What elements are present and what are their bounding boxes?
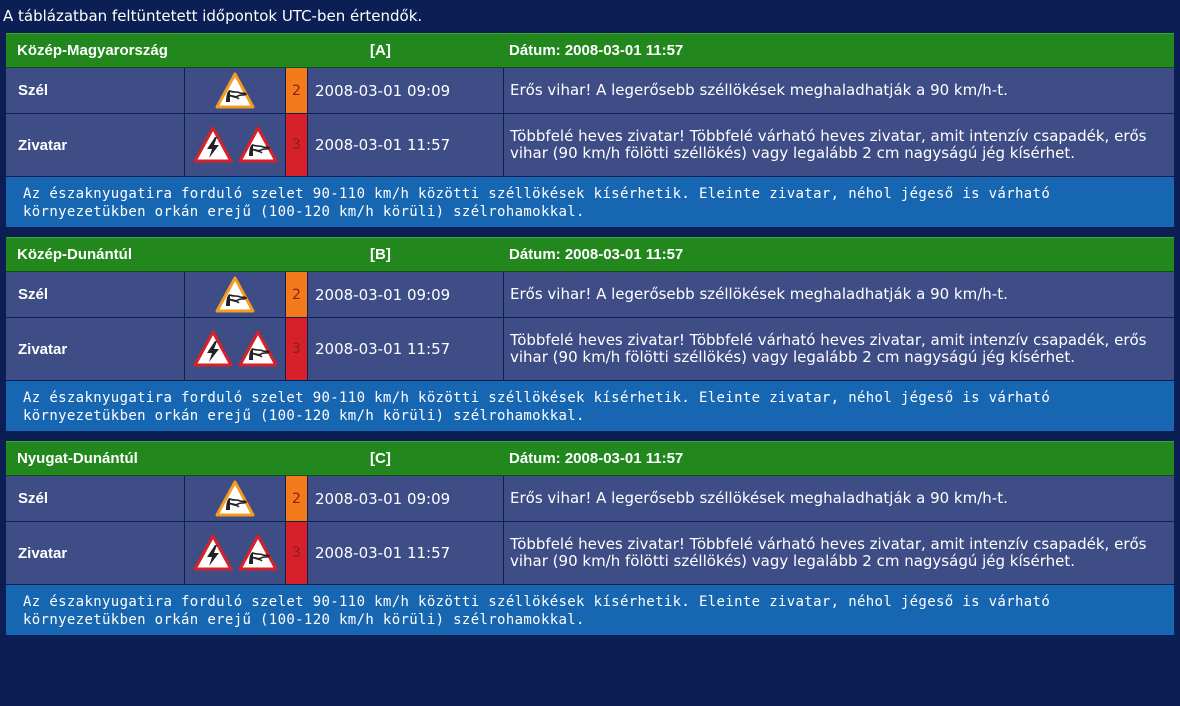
warning-level: 3 <box>286 318 308 380</box>
warning-icons <box>185 68 286 113</box>
warning-time: 2008-03-01 11:57 <box>308 522 504 584</box>
region-header: Közép-Magyarország [A] Dátum: 2008-03-01… <box>6 33 1174 68</box>
warning-row: Szél 2 2008-03-01 09:09 Erős vihar! A le… <box>6 476 1174 522</box>
warning-row: Szél 2 2008-03-01 09:09 Erős vihar! A le… <box>6 272 1174 318</box>
warning-level: 2 <box>286 476 308 521</box>
warning-icons <box>185 476 286 521</box>
region-separator <box>0 227 1180 237</box>
wind-warning-icon <box>215 72 255 110</box>
warning-description: Többfelé heves zivatar! Többfelé várható… <box>510 331 1147 366</box>
region-date: Dátum: 2008-03-01 11:57 <box>509 450 684 467</box>
warning-icons <box>185 272 286 317</box>
wind-warning-icon <box>215 276 255 314</box>
thunderstorm-warning-icon <box>193 126 233 164</box>
warning-type: Zivatar <box>6 522 185 584</box>
warning-level: 3 <box>286 522 308 584</box>
warning-type: Zivatar <box>6 114 185 176</box>
warning-row: Zivatar 3 2008-03-01 11:57 Többfelé heve… <box>6 522 1174 585</box>
warning-description: Többfelé heves zivatar! Többfelé várható… <box>510 535 1147 570</box>
warning-time: 2008-03-01 11:57 <box>308 114 504 176</box>
region-name: Nyugat-Dunántúl <box>17 450 138 467</box>
warning-level: 2 <box>286 272 308 317</box>
region-header: Nyugat-Dunántúl [C] Dátum: 2008-03-01 11… <box>6 441 1174 476</box>
thunderstorm-warning-icon <box>193 330 233 368</box>
warning-time: 2008-03-01 09:09 <box>308 272 504 317</box>
region-code: [A] <box>370 42 391 59</box>
region-block: Közép-Magyarország [A] Dátum: 2008-03-01… <box>6 33 1174 227</box>
region-block: Nyugat-Dunántúl [C] Dátum: 2008-03-01 11… <box>6 441 1174 635</box>
warning-row: Zivatar 3 2008-03-01 11:57 Többfelé heve… <box>6 114 1174 177</box>
region-separator <box>0 431 1180 441</box>
warning-description: Erős vihar! A legerősebb széllökések meg… <box>510 81 1008 99</box>
warning-time: 2008-03-01 09:09 <box>308 476 504 521</box>
region-remark: Az északnyugatira forduló szelet 90-110 … <box>6 585 1174 635</box>
warning-row: Szél 2 2008-03-01 09:09 Erős vihar! A le… <box>6 68 1174 114</box>
region-header: Közép-Dunántúl [B] Dátum: 2008-03-01 11:… <box>6 237 1174 272</box>
region-name: Közép-Dunántúl <box>17 246 132 263</box>
region-code: [B] <box>370 246 391 263</box>
warning-type: Szél <box>6 476 185 521</box>
utc-note: A táblázatban feltüntetett időpontok UTC… <box>0 0 1180 33</box>
wind-warning-icon <box>238 126 278 164</box>
region-name: Közép-Magyarország <box>17 42 168 59</box>
region-date: Dátum: 2008-03-01 11:57 <box>509 42 684 59</box>
warning-row: Zivatar 3 2008-03-01 11:57 Többfelé heve… <box>6 318 1174 381</box>
warning-icons <box>185 114 286 176</box>
region-remark: Az északnyugatira forduló szelet 90-110 … <box>6 177 1174 227</box>
warning-level: 3 <box>286 114 308 176</box>
region-remark: Az északnyugatira forduló szelet 90-110 … <box>6 381 1174 431</box>
region-code: [C] <box>370 450 391 467</box>
warning-icons <box>185 522 286 584</box>
warning-type: Szél <box>6 272 185 317</box>
warning-type: Szél <box>6 68 185 113</box>
warning-type: Zivatar <box>6 318 185 380</box>
warning-description: Erős vihar! A legerősebb széllökések meg… <box>510 489 1008 507</box>
warning-level: 2 <box>286 68 308 113</box>
thunderstorm-warning-icon <box>193 534 233 572</box>
warning-time: 2008-03-01 11:57 <box>308 318 504 380</box>
wind-warning-icon <box>238 534 278 572</box>
region-block: Közép-Dunántúl [B] Dátum: 2008-03-01 11:… <box>6 237 1174 431</box>
wind-warning-icon <box>238 330 278 368</box>
warning-description: Erős vihar! A legerősebb széllökések meg… <box>510 285 1008 303</box>
warning-time: 2008-03-01 09:09 <box>308 68 504 113</box>
warning-icons <box>185 318 286 380</box>
region-date: Dátum: 2008-03-01 11:57 <box>509 246 684 263</box>
wind-warning-icon <box>215 480 255 518</box>
warning-table: Közép-Magyarország [A] Dátum: 2008-03-01… <box>0 33 1180 635</box>
warning-description: Többfelé heves zivatar! Többfelé várható… <box>510 127 1147 162</box>
